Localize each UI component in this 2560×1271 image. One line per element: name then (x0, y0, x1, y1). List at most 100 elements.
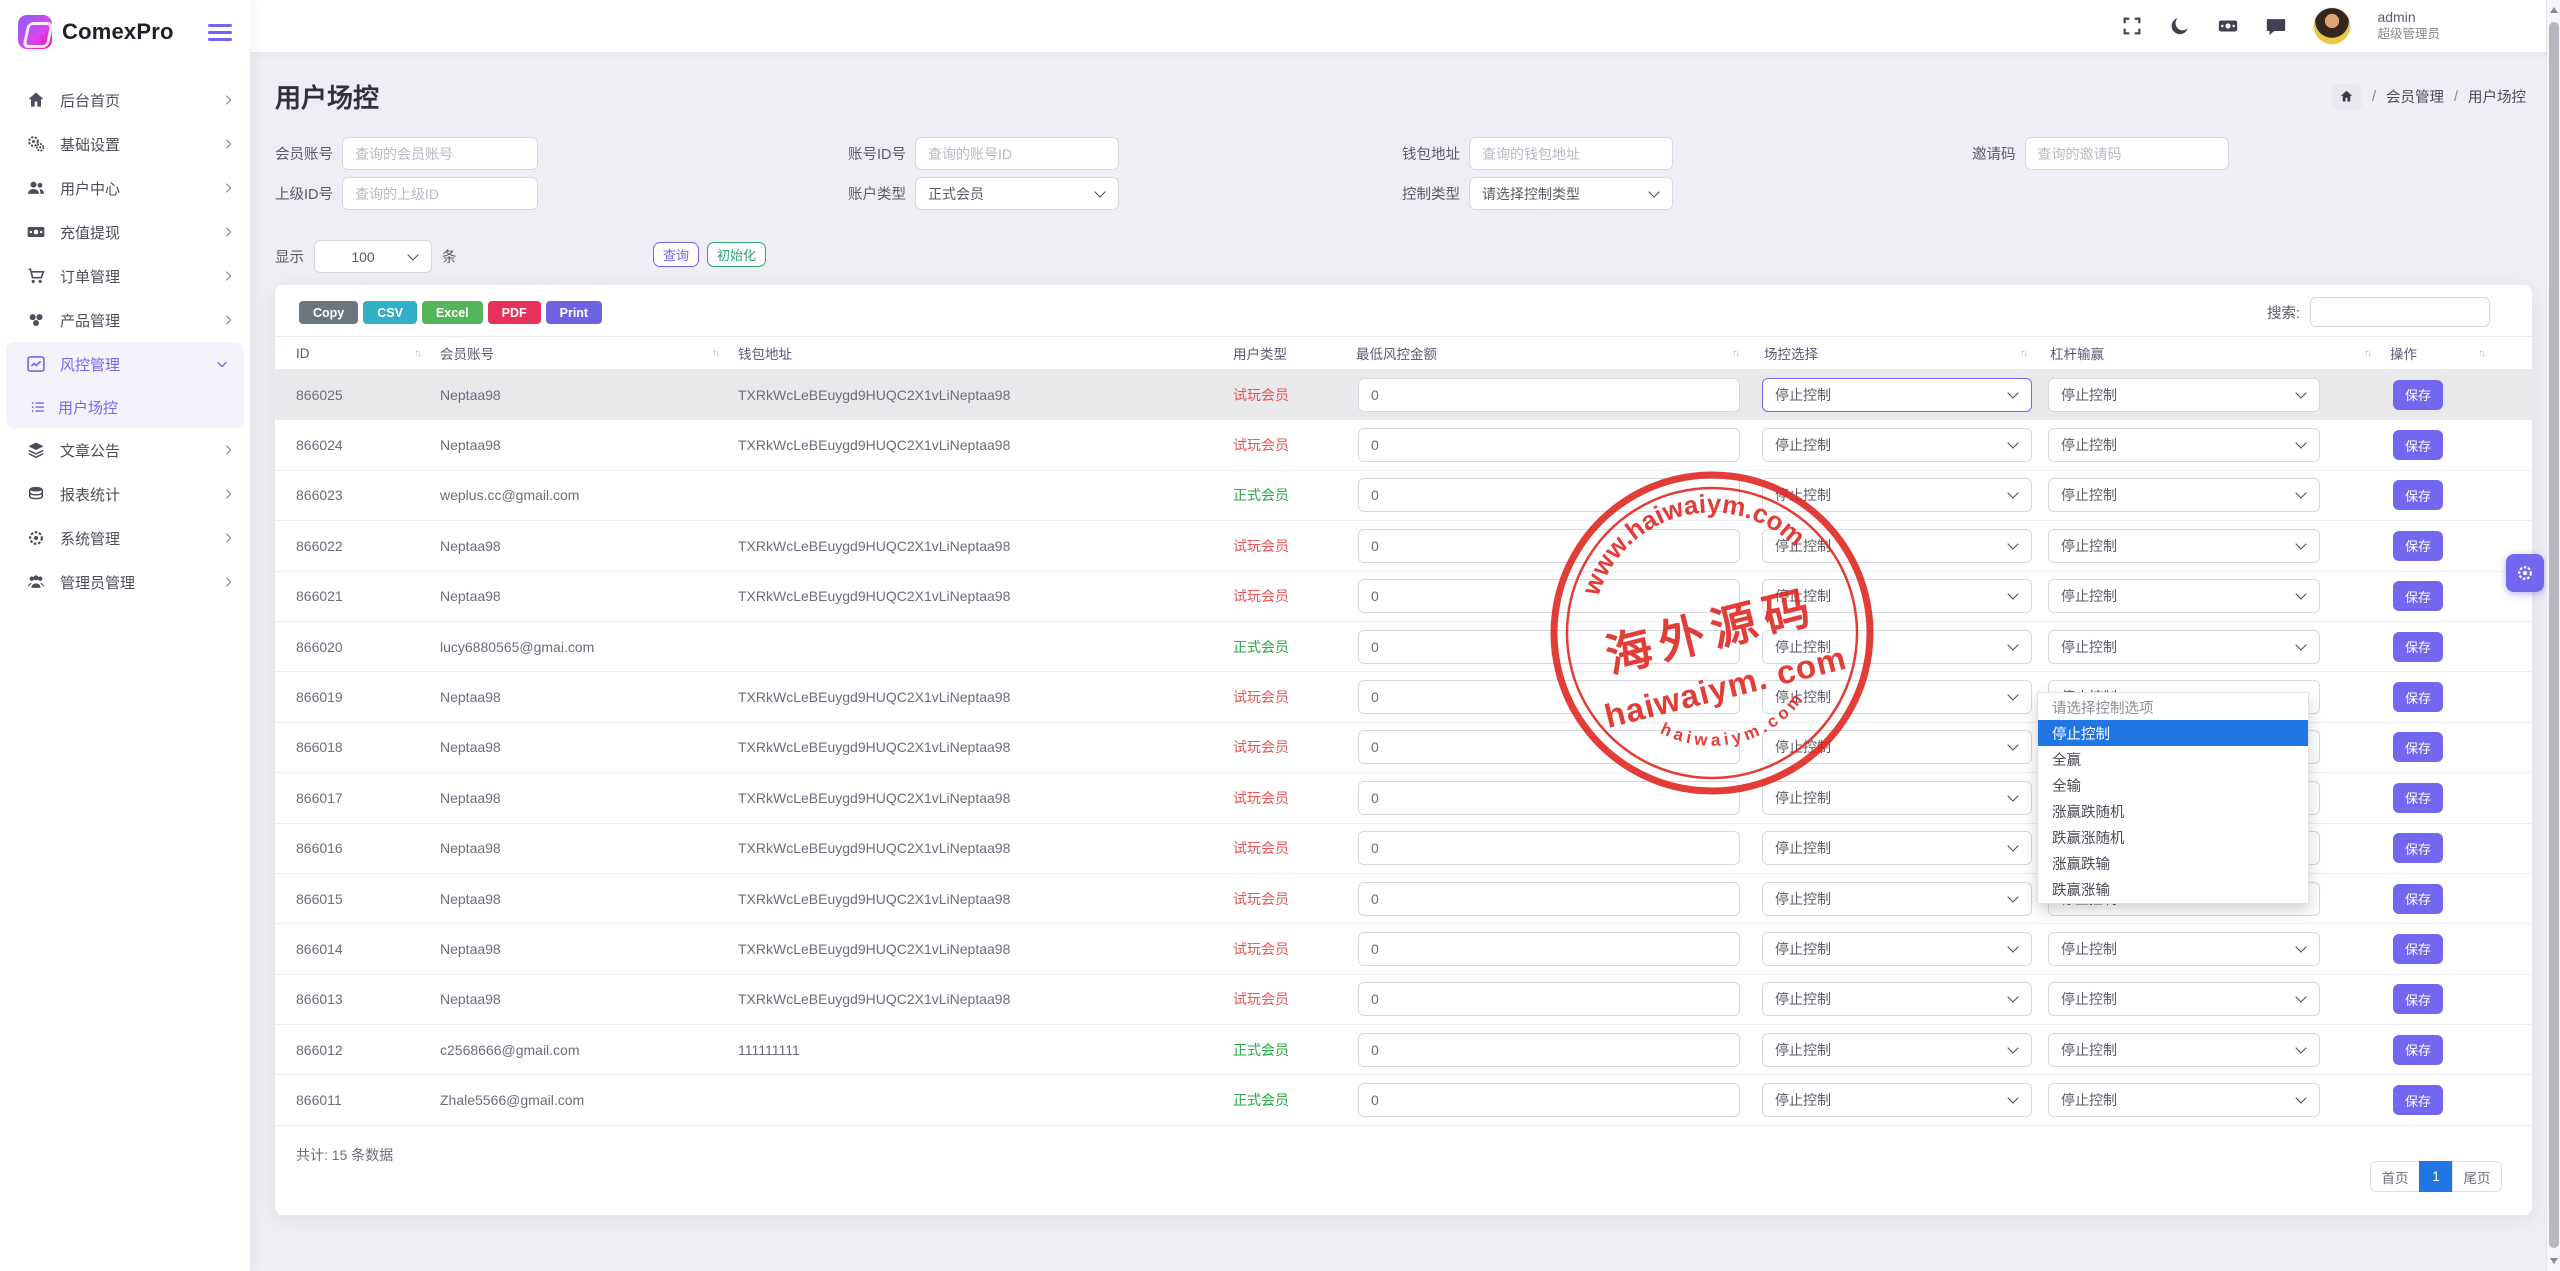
min-risk-amount-input[interactable] (1358, 1033, 1740, 1067)
sort-icon[interactable]: ↑↓ (712, 348, 718, 359)
chat-icon[interactable] (2265, 15, 2287, 37)
min-risk-amount-input[interactable] (1358, 730, 1740, 764)
breadcrumb-member-management[interactable]: 会员管理 (2386, 86, 2444, 107)
lever-winlose-select[interactable]: 停止控制 (2048, 1033, 2320, 1067)
member-account-input[interactable] (342, 137, 538, 170)
pagination-last[interactable]: 尾页 (2452, 1161, 2502, 1192)
sidebar-item-admins[interactable]: 管理员管理 (0, 560, 250, 604)
sidebar-item-deposit-withdraw[interactable]: 充值提现 (0, 210, 250, 254)
scene-control-select[interactable]: 停止控制 (1762, 630, 2032, 664)
min-risk-amount-input[interactable] (1358, 831, 1740, 865)
sidebar-item-system[interactable]: 系统管理 (0, 516, 250, 560)
dropdown-option[interactable]: 全赢 (2038, 746, 2308, 772)
settings-fab[interactable] (2506, 554, 2544, 592)
sidebar-item-risk-management[interactable]: 风控管理 (6, 342, 244, 386)
min-risk-amount-input[interactable] (1358, 882, 1740, 916)
save-button[interactable]: 保存 (2393, 1035, 2443, 1065)
cash-icon[interactable] (2217, 15, 2239, 37)
dark-mode-moon-icon[interactable] (2169, 15, 2191, 37)
save-button[interactable]: 保存 (2393, 783, 2443, 813)
parent-id-input[interactable] (342, 177, 538, 210)
avatar[interactable] (2313, 7, 2351, 45)
scroll-down-arrow[interactable] (2550, 1258, 2558, 1264)
export-button[interactable]: PDF (488, 301, 541, 324)
sidebar-item-orders[interactable]: 订单管理 (0, 254, 250, 298)
scene-control-select[interactable]: 停止控制 (1762, 1033, 2032, 1067)
export-button[interactable]: Copy (299, 301, 358, 324)
scene-control-select[interactable]: 停止控制 (1762, 831, 2032, 865)
invite-code-input[interactable] (2025, 137, 2229, 170)
sidebar-item-base-settings[interactable]: 基础设置 (0, 122, 250, 166)
sidebar-item-dashboard[interactable]: 后台首页 (0, 78, 250, 122)
sort-icon[interactable]: ↑↓ (2364, 348, 2370, 359)
sidebar-toggle-icon[interactable] (208, 20, 232, 45)
sidebar-item-user-scene-control[interactable]: 用户场控 (6, 386, 244, 428)
scene-control-select[interactable]: 停止控制 (1762, 680, 2032, 714)
save-button[interactable]: 保存 (2393, 632, 2443, 662)
min-risk-amount-input[interactable] (1358, 428, 1740, 462)
sidebar-item-products[interactable]: 产品管理 (0, 298, 250, 342)
scene-control-select[interactable]: 停止控制 (1762, 730, 2032, 764)
min-risk-amount-input[interactable] (1358, 680, 1740, 714)
admin-menu[interactable]: admin 超级管理员 (2377, 9, 2440, 42)
save-button[interactable]: 保存 (2393, 682, 2443, 712)
lever-winlose-select[interactable]: 停止控制 (2048, 428, 2320, 462)
min-risk-amount-input[interactable] (1358, 579, 1740, 613)
scene-control-select[interactable]: 停止控制 (1762, 478, 2032, 512)
pagination-page-1[interactable]: 1 (2419, 1161, 2453, 1192)
breadcrumb-home-icon[interactable] (2332, 84, 2362, 110)
fullscreen-icon[interactable] (2121, 15, 2143, 37)
min-risk-amount-input[interactable] (1358, 982, 1740, 1016)
scene-control-select[interactable]: 停止控制 (1762, 932, 2032, 966)
scene-control-select[interactable]: 停止控制 (1762, 378, 2032, 412)
min-risk-amount-input[interactable] (1358, 781, 1740, 815)
scene-control-select[interactable]: 停止控制 (1762, 982, 2032, 1016)
save-button[interactable]: 保存 (2393, 581, 2443, 611)
lever-winlose-select[interactable]: 停止控制 (2048, 529, 2320, 563)
dropdown-option[interactable]: 停止控制 (2038, 720, 2308, 746)
min-risk-amount-input[interactable] (1358, 1083, 1740, 1117)
save-button[interactable]: 保存 (2393, 480, 2443, 510)
save-button[interactable]: 保存 (2393, 984, 2443, 1014)
scene-control-select[interactable]: 停止控制 (1762, 1083, 2032, 1117)
save-button[interactable]: 保存 (2393, 380, 2443, 410)
dropdown-option[interactable]: 涨赢跌输 (2038, 850, 2308, 876)
sort-icon[interactable]: ↑↓ (1732, 348, 1738, 359)
scrollbar-thumb[interactable] (2549, 22, 2559, 1248)
min-risk-amount-input[interactable] (1358, 630, 1740, 664)
scroll-up-arrow[interactable] (2550, 7, 2558, 13)
lever-winlose-select[interactable]: 停止控制 (2048, 932, 2320, 966)
scene-control-select[interactable]: 停止控制 (1762, 529, 2032, 563)
export-button[interactable]: Print (546, 301, 602, 324)
query-button[interactable]: 查询 (653, 242, 699, 267)
sidebar-item-reports[interactable]: 报表统计 (0, 472, 250, 516)
lever-winlose-select[interactable]: 停止控制 (2048, 982, 2320, 1016)
save-button[interactable]: 保存 (2393, 833, 2443, 863)
min-risk-amount-input[interactable] (1358, 529, 1740, 563)
sidebar-item-user-center[interactable]: 用户中心 (0, 166, 250, 210)
table-search-input[interactable] (2310, 297, 2490, 327)
lever-winlose-select[interactable]: 停止控制 (2048, 1083, 2320, 1117)
save-button[interactable]: 保存 (2393, 732, 2443, 762)
sort-icon[interactable]: ↑↓ (2020, 348, 2026, 359)
dropdown-option[interactable]: 全输 (2038, 772, 2308, 798)
min-risk-amount-input[interactable] (1358, 478, 1740, 512)
save-button[interactable]: 保存 (2393, 430, 2443, 460)
account-id-input[interactable] (915, 137, 1119, 170)
sort-icon[interactable]: ↑↓ (2478, 348, 2484, 359)
save-button[interactable]: 保存 (2393, 1085, 2443, 1115)
lever-winlose-select[interactable]: 停止控制 (2048, 579, 2320, 613)
lever-winlose-select[interactable]: 停止控制 (2048, 478, 2320, 512)
scene-control-select[interactable]: 停止控制 (1762, 579, 2032, 613)
reset-button[interactable]: 初始化 (707, 242, 766, 267)
sidebar-item-articles[interactable]: 文章公告 (0, 428, 250, 472)
lever-winlose-select[interactable]: 停止控制 (2048, 630, 2320, 664)
dropdown-option[interactable]: 跌赢涨输 (2038, 876, 2308, 902)
page-size-select[interactable]: 100 (314, 240, 432, 273)
dropdown-option[interactable]: 请选择控制选项 (2038, 694, 2308, 720)
scene-control-select[interactable]: 停止控制 (1762, 428, 2032, 462)
dropdown-option[interactable]: 涨赢跌随机 (2038, 798, 2308, 824)
lever-winlose-select[interactable]: 停止控制 (2048, 378, 2320, 412)
sort-icon[interactable]: ↑↓ (414, 348, 420, 359)
pagination-first[interactable]: 首页 (2370, 1161, 2420, 1192)
